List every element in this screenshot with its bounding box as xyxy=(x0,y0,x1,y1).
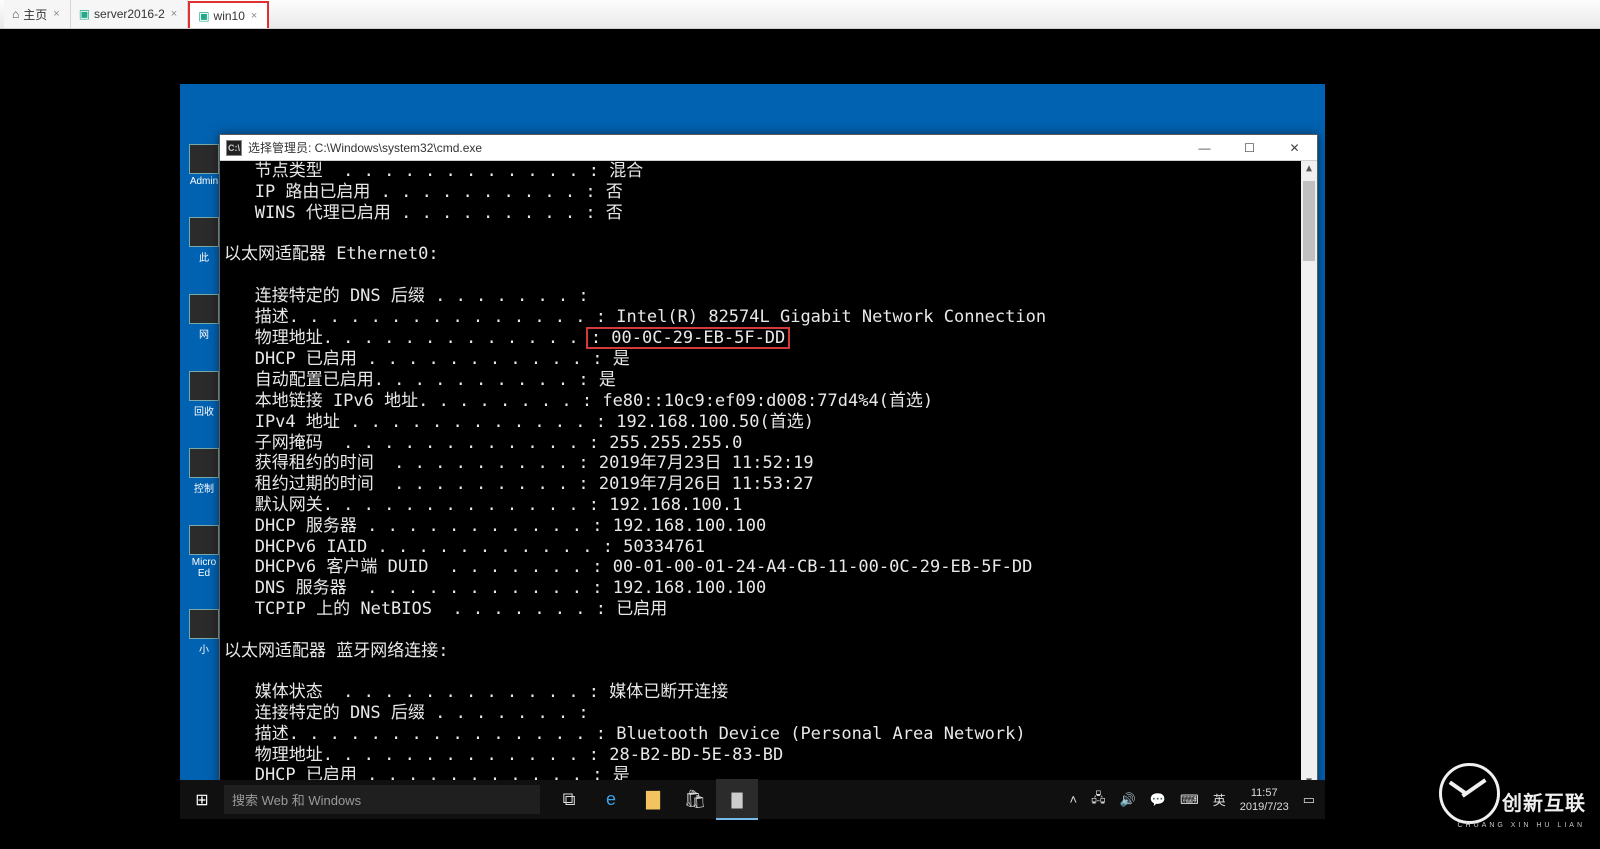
explorer-icon[interactable]: ▇ xyxy=(632,780,674,819)
clock-date: 2019/7/23 xyxy=(1240,800,1289,814)
keyboard-icon[interactable]: ⌨ xyxy=(1180,792,1199,808)
monitor-icon: ▣ xyxy=(79,7,90,21)
cmd-titlebar[interactable]: C:\ 选择管理员: C:\Windows\system32\cmd.exe —… xyxy=(220,135,1317,161)
system-tray: ˄ 🖧 🔊 💬 ⌨ 英 11:57 2019/7/23 ▭ xyxy=(1070,786,1325,814)
clock-time: 11:57 xyxy=(1240,786,1289,800)
close-button[interactable]: ✕ xyxy=(1272,135,1317,160)
folder-icon xyxy=(189,448,219,478)
watermark-brand: 创新互联 xyxy=(1502,787,1586,816)
tab-win10-label: win10 xyxy=(214,9,245,23)
desktop-icon[interactable]: 网 xyxy=(185,294,223,341)
folder-icon xyxy=(189,144,219,174)
folder-icon xyxy=(189,294,219,324)
taskbar: ⊞ 搜索 Web 和 Windows ⧉ e ▇ 🛍 ▆ ˄ 🖧 🔊 💬 ⌨ 英… xyxy=(180,780,1325,819)
desktop-icon-label: 此 xyxy=(199,249,209,264)
monitor-icon: ▣ xyxy=(198,9,209,23)
cmd-window: C:\ 选择管理员: C:\Windows\system32\cmd.exe —… xyxy=(219,134,1318,791)
host-tab-bar: ⌂ 主页 × ▣ server2016-2 × ▣ win10 × xyxy=(0,0,1600,29)
maximize-button[interactable]: ☐ xyxy=(1227,135,1272,160)
close-icon[interactable]: × xyxy=(51,8,61,20)
vm-viewport: Admin 此网回收控制 Micro Ed 小 C:\ 选择管理员: C:\Windo… xyxy=(0,29,1600,849)
start-button[interactable]: ⊞ xyxy=(180,780,224,819)
desktop-icon[interactable]: 小 xyxy=(185,609,223,656)
store-icon[interactable]: 🛍 xyxy=(674,780,716,819)
cmd-output[interactable]: 节点类型 . . . . . . . . . . . . : 混合 IP 路由已… xyxy=(220,161,1317,790)
cmd-title: 选择管理员: C:\Windows\system32\cmd.exe xyxy=(248,139,482,156)
desktop-icon[interactable]: 控制 xyxy=(185,448,223,495)
folder-icon xyxy=(189,525,219,555)
desktop-icon-label: Admin xyxy=(190,176,218,187)
tab-server2016[interactable]: ▣ server2016-2 × xyxy=(71,0,189,28)
desktop-icon-label: Micro Ed xyxy=(185,557,223,579)
desktop-icon[interactable]: 回收 xyxy=(185,371,223,418)
tab-home[interactable]: ⌂ 主页 × xyxy=(4,0,71,28)
folder-icon xyxy=(189,217,219,247)
close-icon[interactable]: × xyxy=(169,8,179,20)
mac-label: 物理地址. . . . . . . . . . . . . xyxy=(224,328,589,348)
close-icon[interactable]: × xyxy=(249,10,259,22)
cmd-icon: C:\ xyxy=(226,140,242,156)
desktop-icon-label: 回收 xyxy=(194,403,214,418)
scroll-up-icon[interactable]: ▲ xyxy=(1301,161,1317,177)
desktop-icon[interactable]: 此 xyxy=(185,217,223,264)
desktop-icon[interactable]: Admin xyxy=(185,144,223,187)
action-center-icon[interactable]: ▭ xyxy=(1303,792,1315,808)
desktop-icon-label: 小 xyxy=(199,641,209,656)
ime-indicator[interactable]: 英 xyxy=(1213,790,1226,809)
tray-chevron-icon[interactable]: ˄ xyxy=(1070,792,1078,807)
scroll-thumb[interactable] xyxy=(1303,181,1315,261)
tab-win10[interactable]: ▣ win10 × xyxy=(188,1,269,28)
desktop-icon[interactable]: Micro Ed xyxy=(185,525,223,579)
home-icon: ⌂ xyxy=(12,7,19,21)
tab-home-label: 主页 xyxy=(23,6,47,23)
watermark-sub: CHUANG XIN HU LIAN xyxy=(1457,822,1585,829)
tab-server-label: server2016-2 xyxy=(94,7,165,21)
desktop-icon-label: 网 xyxy=(199,326,209,341)
desktop-icon-label: 控制 xyxy=(194,480,214,495)
mac-address-highlight: : 00-0C-29-EB-5F-DD xyxy=(586,327,790,349)
clock[interactable]: 11:57 2019/7/23 xyxy=(1240,786,1289,814)
volume-icon[interactable]: 🔊 xyxy=(1120,792,1136,808)
minimize-button[interactable]: — xyxy=(1182,135,1227,160)
network-icon[interactable]: 🖧 xyxy=(1091,789,1106,811)
scrollbar[interactable]: ▲ ▼ xyxy=(1301,161,1317,790)
folder-icon xyxy=(189,609,219,639)
edge-icon[interactable]: e xyxy=(590,780,632,819)
notification-icon[interactable]: 💬 xyxy=(1150,792,1166,808)
task-view-icon[interactable]: ⧉ xyxy=(548,780,590,819)
search-input[interactable]: 搜索 Web 和 Windows xyxy=(224,785,540,814)
watermark-logo-icon xyxy=(1439,763,1500,824)
folder-icon xyxy=(189,371,219,401)
cmd-task-icon[interactable]: ▆ xyxy=(716,779,758,820)
